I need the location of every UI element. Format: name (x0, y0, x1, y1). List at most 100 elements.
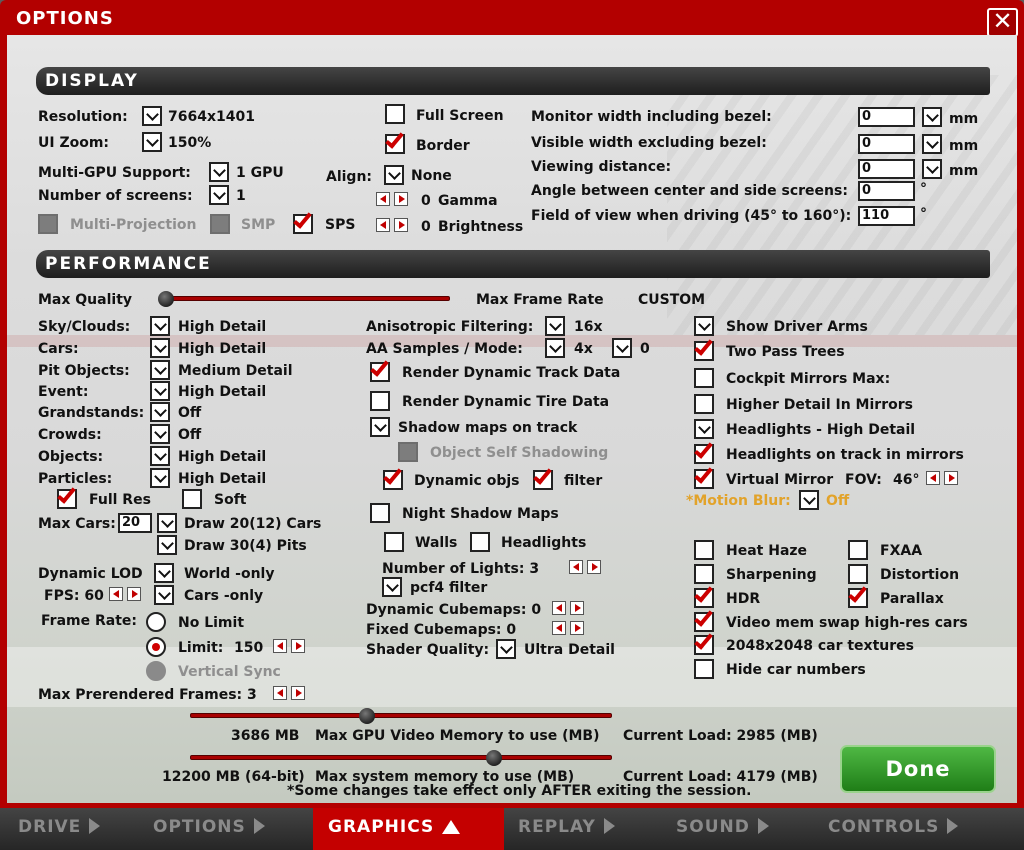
mirror-fov-decrease-arrow-icon[interactable] (926, 471, 940, 485)
monitor-width-input[interactable]: 0 (858, 107, 915, 127)
higher-detail-mirrors-checkbox[interactable] (694, 394, 714, 414)
sharpening-checkbox[interactable] (694, 564, 714, 584)
distortion-checkbox[interactable] (848, 564, 868, 584)
max-quality-slider-track[interactable] (160, 296, 450, 301)
brightness-decrease-arrow-icon[interactable] (376, 218, 390, 232)
tab-controls[interactable]: CONTROLS (816, 808, 1024, 850)
anisotropic-dropdown[interactable] (545, 316, 565, 336)
fixed-cubemaps-decrease-arrow-icon[interactable] (552, 621, 566, 635)
system-memory-slider-handle[interactable] (485, 750, 502, 766)
tab-replay[interactable]: REPLAY (506, 808, 662, 850)
resolution-dropdown[interactable] (142, 106, 162, 126)
multi-gpu-dropdown[interactable] (209, 162, 229, 182)
self-shadow-checkbox[interactable] (398, 442, 418, 462)
viewing-distance-unit-dropdown[interactable] (922, 159, 942, 179)
full-res-checkbox[interactable] (57, 484, 77, 509)
driver-arms-checkbox[interactable] (694, 316, 714, 336)
dyn-cubemaps-increase-arrow-icon[interactable] (570, 601, 584, 615)
fps-increase-arrow-icon[interactable] (127, 587, 141, 601)
virtual-mirror-checkbox[interactable] (694, 464, 714, 489)
aa-mode-dropdown[interactable] (612, 338, 632, 358)
video-swap-checkbox[interactable] (694, 607, 714, 632)
headlights-mirrors-checkbox[interactable] (694, 439, 714, 464)
render-tire-checkbox[interactable] (370, 391, 390, 411)
num-screens-dropdown[interactable] (209, 185, 229, 205)
gamma-decrease-arrow-icon[interactable] (376, 192, 390, 206)
aa-samples-dropdown[interactable] (545, 338, 565, 358)
headlights-high-checkbox[interactable] (694, 419, 714, 439)
limit-radio[interactable] (146, 637, 166, 657)
render-track-checkbox[interactable] (370, 357, 390, 382)
particles-dropdown[interactable] (150, 468, 170, 488)
soft-checkbox[interactable] (182, 489, 202, 509)
vertical-sync-radio[interactable] (146, 661, 166, 681)
system-memory-slider-track[interactable] (190, 755, 612, 760)
cars-only-dropdown[interactable] (154, 585, 174, 605)
shadow-maps-dropdown[interactable] (370, 417, 390, 437)
pcf4-filter-dropdown[interactable] (382, 577, 402, 597)
fov-input[interactable]: 110 (858, 206, 915, 226)
sps-checkbox[interactable] (293, 209, 313, 234)
pit-objects-dropdown[interactable] (150, 360, 170, 380)
motion-blur-dropdown[interactable] (799, 490, 819, 510)
border-checkbox[interactable] (385, 129, 405, 154)
cockpit-mirrors-checkbox[interactable] (694, 368, 714, 388)
parallax-checkbox[interactable] (848, 583, 868, 608)
tab-drive[interactable]: DRIVE (0, 808, 135, 850)
world-only-dropdown[interactable] (154, 563, 174, 583)
tab-options[interactable]: OPTIONS (138, 808, 310, 850)
visible-width-input[interactable]: 0 (858, 134, 915, 154)
no-limit-radio[interactable] (146, 612, 166, 632)
arrow-right-icon (947, 818, 959, 834)
align-dropdown[interactable] (384, 165, 404, 185)
brightness-increase-arrow-icon[interactable] (394, 218, 408, 232)
fixed-cubemaps-increase-arrow-icon[interactable] (570, 621, 584, 635)
smp-checkbox[interactable] (210, 214, 230, 234)
dynamic-objs-checkbox[interactable] (383, 465, 403, 490)
close-icon[interactable]: ✕ (987, 8, 1018, 37)
max-cars-input[interactable]: 20 (118, 513, 152, 533)
sky-dropdown[interactable] (150, 316, 170, 336)
prerendered-decrease-arrow-icon[interactable] (273, 686, 287, 700)
gamma-increase-arrow-icon[interactable] (394, 192, 408, 206)
tab-graphics[interactable]: GRAPHICS (313, 808, 504, 850)
tab-sound[interactable]: SOUND (664, 808, 814, 850)
multi-projection-checkbox[interactable] (38, 214, 58, 234)
lights-decrease-arrow-icon[interactable] (569, 560, 583, 574)
fullscreen-checkbox[interactable] (385, 104, 405, 124)
fps-decrease-arrow-icon[interactable] (109, 587, 123, 601)
ui-zoom-dropdown[interactable] (142, 132, 162, 152)
car-textures-checkbox[interactable] (694, 630, 714, 655)
max-quality-slider-handle[interactable] (157, 291, 174, 307)
monitor-width-unit-dropdown[interactable] (922, 107, 942, 127)
two-pass-trees-checkbox[interactable] (694, 336, 714, 361)
limit-decrease-arrow-icon[interactable] (273, 639, 287, 653)
viewing-distance-input[interactable]: 0 (858, 159, 915, 179)
dyn-cubemaps-decrease-arrow-icon[interactable] (552, 601, 566, 615)
walls-checkbox[interactable] (384, 532, 404, 552)
headlights-shadow-checkbox[interactable] (470, 532, 490, 552)
hdr-checkbox[interactable] (694, 583, 714, 608)
world-only-label: World -only (184, 566, 275, 582)
grandstands-dropdown[interactable] (150, 402, 170, 422)
night-shadow-checkbox[interactable] (370, 503, 390, 523)
draw-cars-dropdown[interactable] (157, 513, 177, 533)
crowds-dropdown[interactable] (150, 424, 170, 444)
mirror-fov-increase-arrow-icon[interactable] (944, 471, 958, 485)
limit-increase-arrow-icon[interactable] (291, 639, 305, 653)
fxaa-checkbox[interactable] (848, 540, 868, 560)
draw-pits-dropdown[interactable] (157, 535, 177, 555)
visible-width-unit-dropdown[interactable] (922, 134, 942, 154)
lights-increase-arrow-icon[interactable] (587, 560, 601, 574)
done-button[interactable]: Done (840, 745, 996, 793)
hide-numbers-checkbox[interactable] (694, 659, 714, 679)
shader-quality-dropdown[interactable] (496, 639, 516, 659)
cars-dropdown[interactable] (150, 338, 170, 358)
event-dropdown[interactable] (150, 381, 170, 401)
objects-dropdown[interactable] (150, 446, 170, 466)
prerendered-increase-arrow-icon[interactable] (291, 686, 305, 700)
heat-haze-checkbox[interactable] (694, 540, 714, 560)
angle-input[interactable]: 0 (858, 181, 915, 201)
filter-checkbox[interactable] (533, 465, 553, 490)
gpu-memory-slider-track[interactable] (190, 713, 612, 718)
